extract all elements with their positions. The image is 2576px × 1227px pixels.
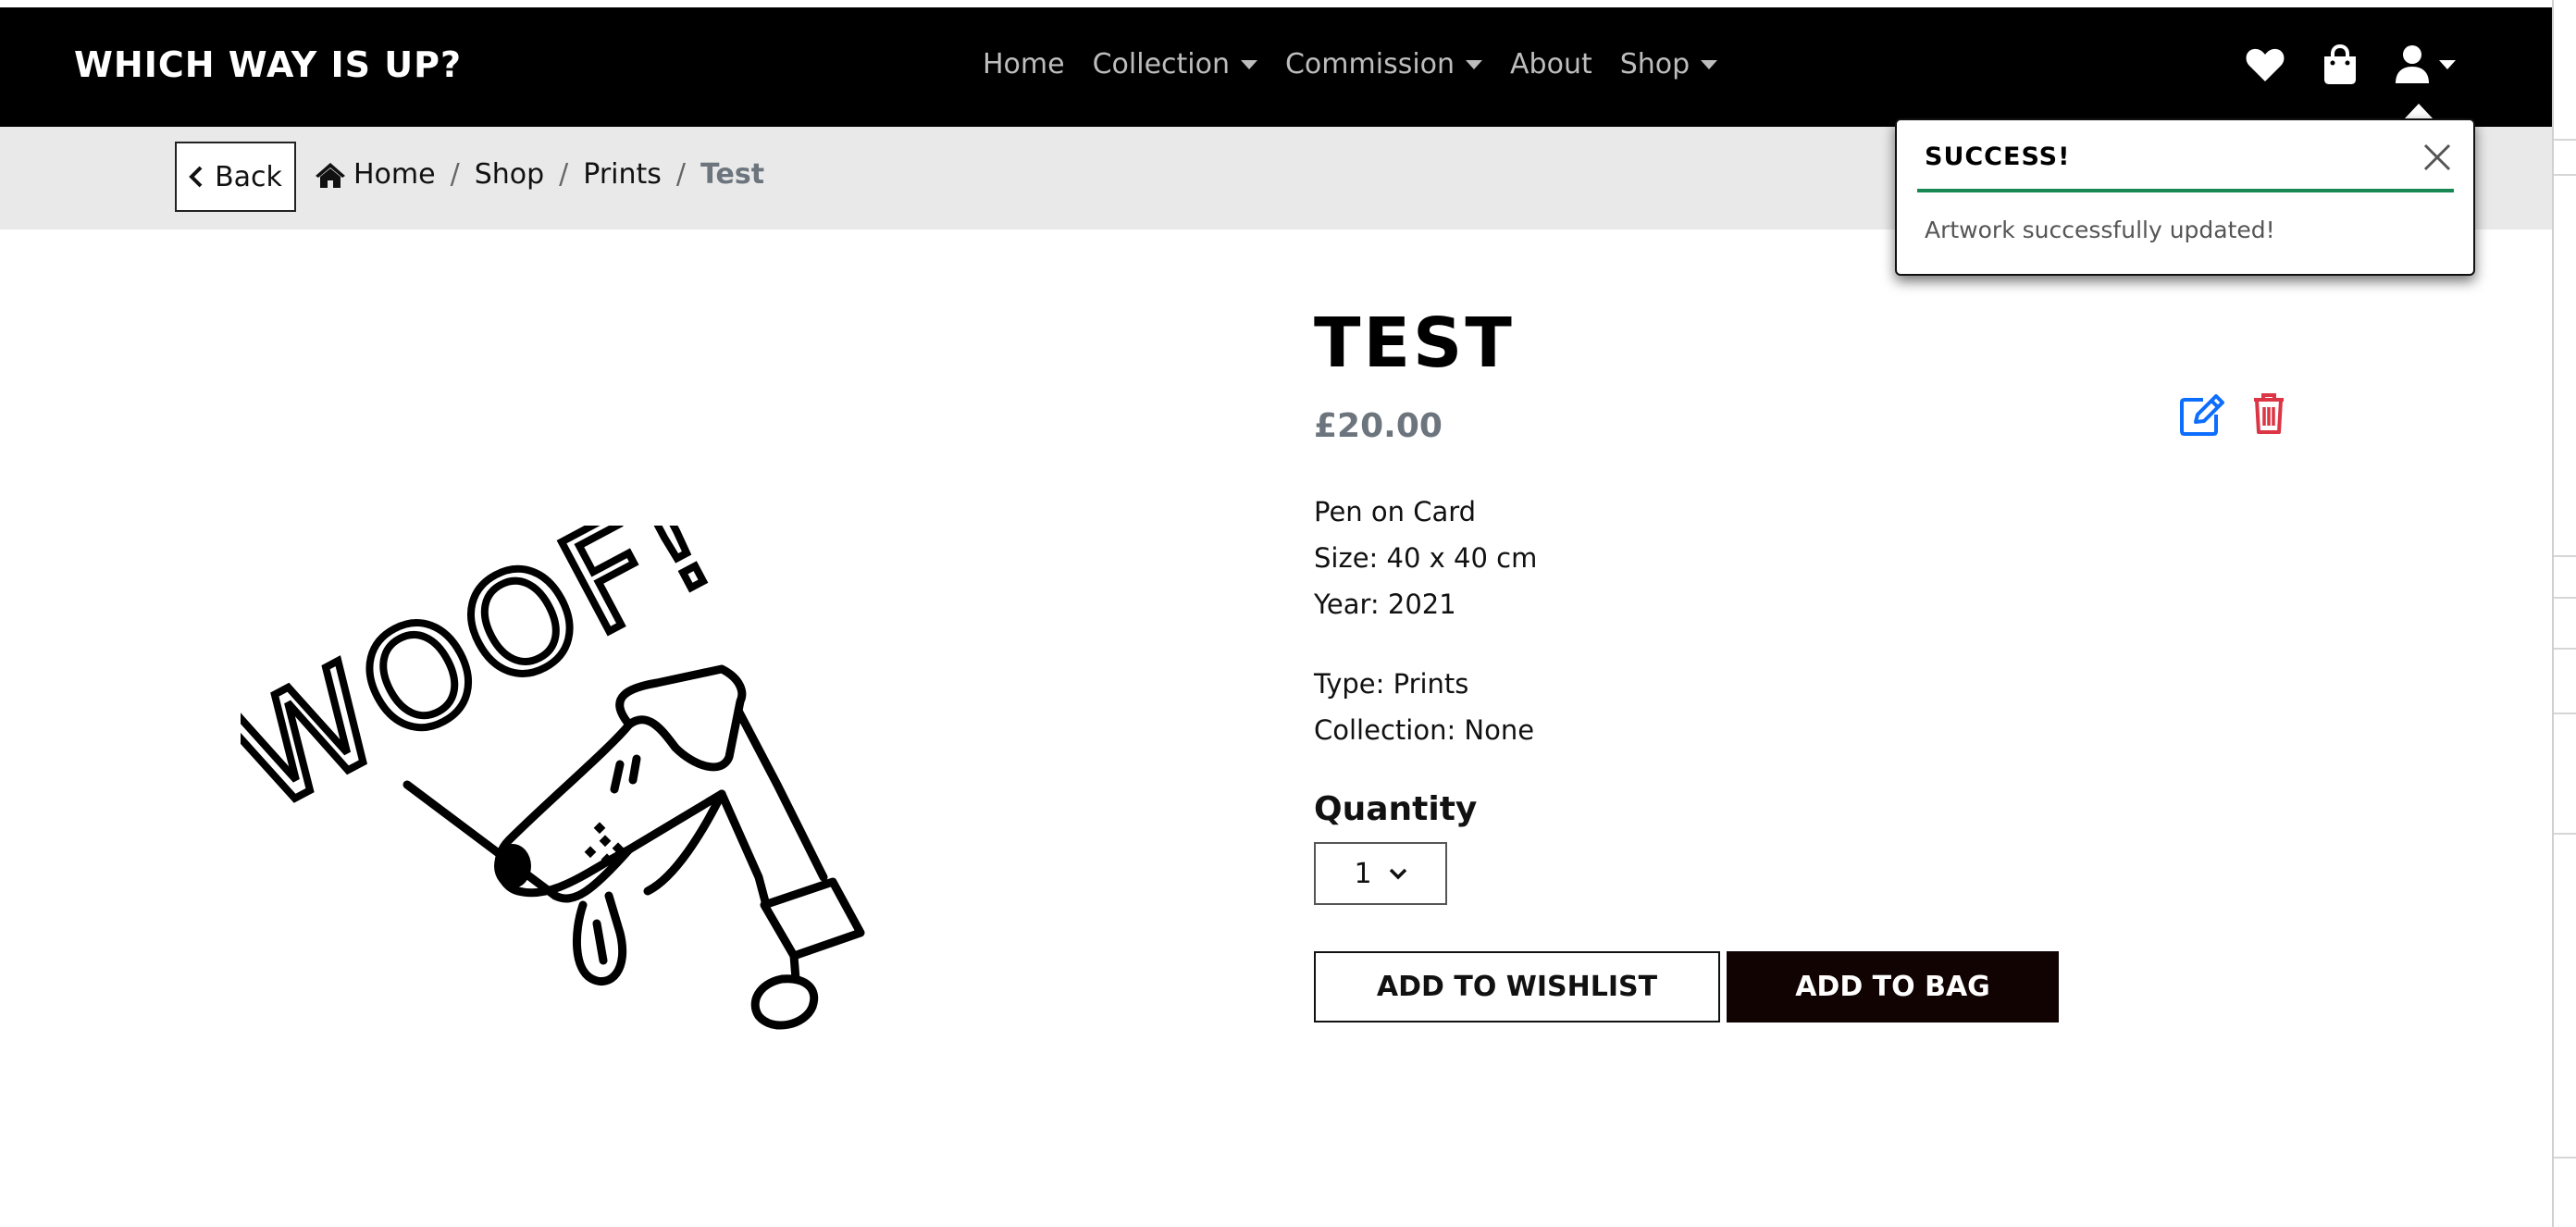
breadcrumb-item-current: Test — [700, 158, 765, 191]
devtools-panel-edge — [2552, 0, 2576, 1227]
breadcrumb-separator: / — [559, 158, 569, 191]
product-year: Year: 2021 — [1314, 589, 1456, 620]
product-title: TEST — [1314, 304, 1515, 383]
quantity-value: 1 — [1354, 857, 1372, 890]
nav-link-label: About — [1510, 48, 1592, 81]
nav-link-label: Collection — [1092, 48, 1230, 81]
navbar: WHICH WAY IS UP? Home Collection Commiss… — [0, 7, 2552, 127]
toast-title: SUCCESS! — [1925, 143, 2071, 171]
back-button-label: Back — [215, 160, 282, 193]
nav-link-commission[interactable]: Commission — [1284, 48, 1483, 81]
home-icon — [315, 161, 346, 189]
product-medium: Pen on Card — [1314, 496, 1477, 527]
product-image: WOOF! — [241, 526, 865, 1030]
breadcrumb-separator: / — [675, 158, 687, 191]
breadcrumb-item-home[interactable]: Home — [353, 158, 436, 191]
breadcrumb: Home / Shop / Prints / Test — [315, 158, 764, 191]
product-details: Pen on Card Size: 40 x 40 cm Year: 2021 … — [1314, 489, 1537, 753]
delete-product-button[interactable] — [2252, 392, 2285, 439]
brand-logo[interactable]: WHICH WAY IS UP? — [74, 44, 462, 85]
edit-product-button[interactable] — [2179, 394, 2225, 440]
product-type: Type: Prints — [1314, 668, 1469, 700]
nav-link-shop[interactable]: Shop — [1619, 48, 1718, 81]
caret-down-icon — [1240, 59, 1257, 69]
toast-arrow — [2404, 104, 2434, 119]
caret-down-icon — [1701, 59, 1718, 69]
product-size: Size: 40 x 40 cm — [1314, 542, 1538, 574]
wishlist-link[interactable] — [2245, 46, 2285, 83]
back-button[interactable]: Back — [175, 142, 296, 212]
nav-link-label: Shop — [1619, 48, 1690, 81]
account-menu[interactable] — [2395, 44, 2456, 85]
nav-link-home[interactable]: Home — [983, 48, 1065, 81]
breadcrumb-item-shop[interactable]: Shop — [475, 158, 544, 191]
breadcrumb-item-prints[interactable]: Prints — [583, 158, 662, 191]
nav-links: Home Collection Commission About Shop — [983, 48, 1745, 81]
nav-link-label: Commission — [1284, 48, 1455, 81]
nav-link-label: Home — [983, 48, 1065, 81]
user-icon — [2396, 45, 2429, 83]
chevron-left-icon — [189, 166, 204, 188]
breadcrumb-separator: / — [450, 158, 460, 191]
chevron-down-icon — [1389, 867, 1407, 880]
nav-link-collection[interactable]: Collection — [1093, 48, 1257, 81]
product-price: £20.00 — [1314, 407, 1443, 445]
edit-icon — [2180, 394, 2224, 436]
page: WHICH WAY IS UP? Home Collection Commiss… — [0, 7, 2552, 1227]
heart-icon — [2246, 48, 2285, 81]
quantity-select[interactable]: 1 — [1314, 842, 1447, 905]
product-collection: Collection: None — [1314, 714, 1535, 746]
toast-message: Artwork successfully updated! — [1925, 217, 2275, 243]
caret-down-icon — [1466, 59, 1483, 69]
nav-icons — [2245, 44, 2493, 85]
toast-divider — [1917, 189, 2454, 192]
bag-link[interactable] — [2322, 44, 2358, 85]
nav-link-about[interactable]: About — [1510, 48, 1592, 81]
toast-close-button[interactable] — [2422, 143, 2452, 176]
success-toast: SUCCESS! Artwork successfully updated! — [1895, 118, 2475, 276]
shopping-bag-icon — [2324, 44, 2356, 84]
add-to-wishlist-button[interactable]: ADD TO WISHLIST — [1314, 951, 1720, 1022]
close-icon — [2423, 143, 2451, 171]
add-to-bag-button[interactable]: ADD TO BAG — [1727, 951, 2059, 1022]
trash-icon — [2254, 393, 2284, 434]
quantity-label: Quantity — [1314, 790, 1478, 828]
caret-down-icon — [2439, 60, 2456, 69]
